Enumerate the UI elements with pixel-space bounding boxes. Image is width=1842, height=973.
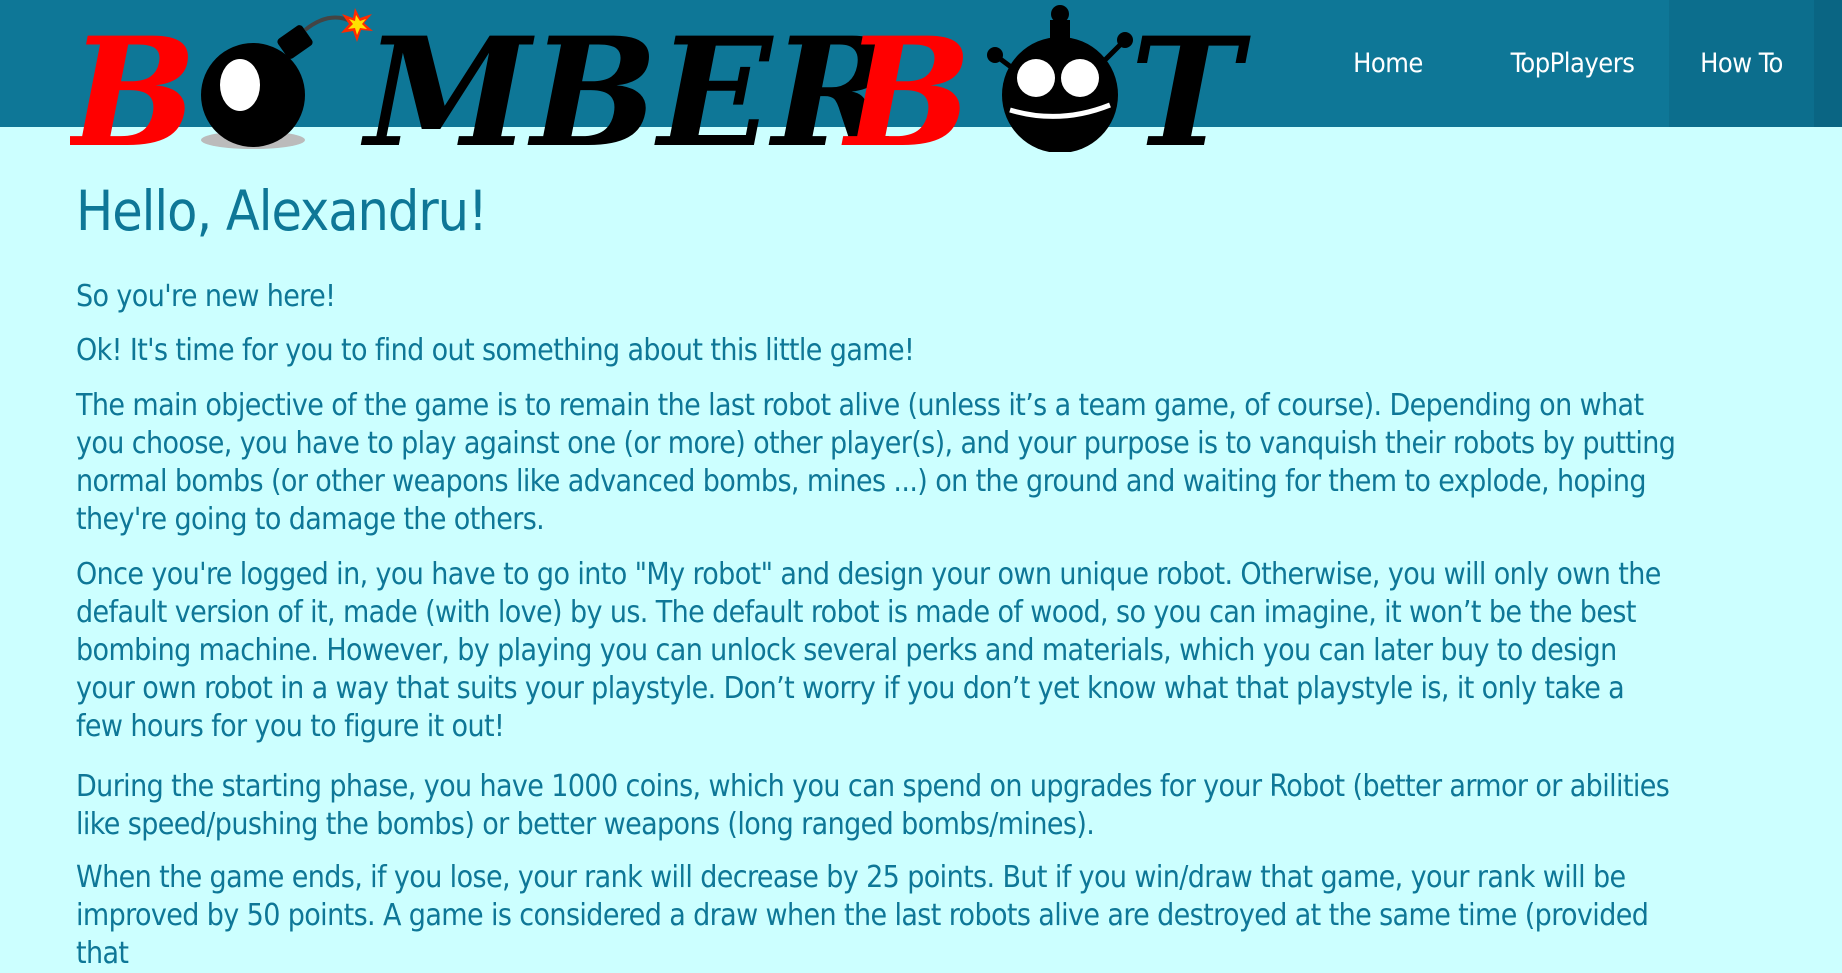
logo-letter-t: T [1130, 5, 1251, 152]
paragraph-ok: Ok! It's time for you to find out someth… [76, 333, 915, 368]
nav-topplayers[interactable]: TopPlayers [1476, 0, 1669, 127]
nav-howto[interactable]: How To [1669, 0, 1814, 127]
logo-letter-b2: B [841, 5, 972, 152]
logo-letter-b1: B [70, 5, 197, 152]
paragraph-objective: The main objective of the game is to rem… [76, 388, 1676, 537]
paragraph-intro: So you're new here! [76, 279, 336, 314]
main-content: Hello, Alexandru! So you're new here! Ok… [76, 178, 1676, 971]
robot-head-icon [987, 5, 1133, 152]
bomb-icon [201, 8, 373, 149]
nav-home[interactable]: Home [1300, 0, 1476, 127]
paragraph-coins: During the starting phase, you have 1000… [76, 769, 1670, 842]
main-nav: Home TopPlayers How To [1300, 0, 1814, 127]
page-title: Hello, Alexandru! [76, 179, 488, 243]
paragraph-rank: When the game ends, if you lose, your ra… [76, 860, 1649, 971]
logo-letters-mber: MBER [360, 5, 897, 152]
bomberbot-logo[interactable]: B MBER B T [70, 0, 1260, 152]
paragraph-robot-design: Once you're logged in, you have to go in… [76, 557, 1661, 744]
